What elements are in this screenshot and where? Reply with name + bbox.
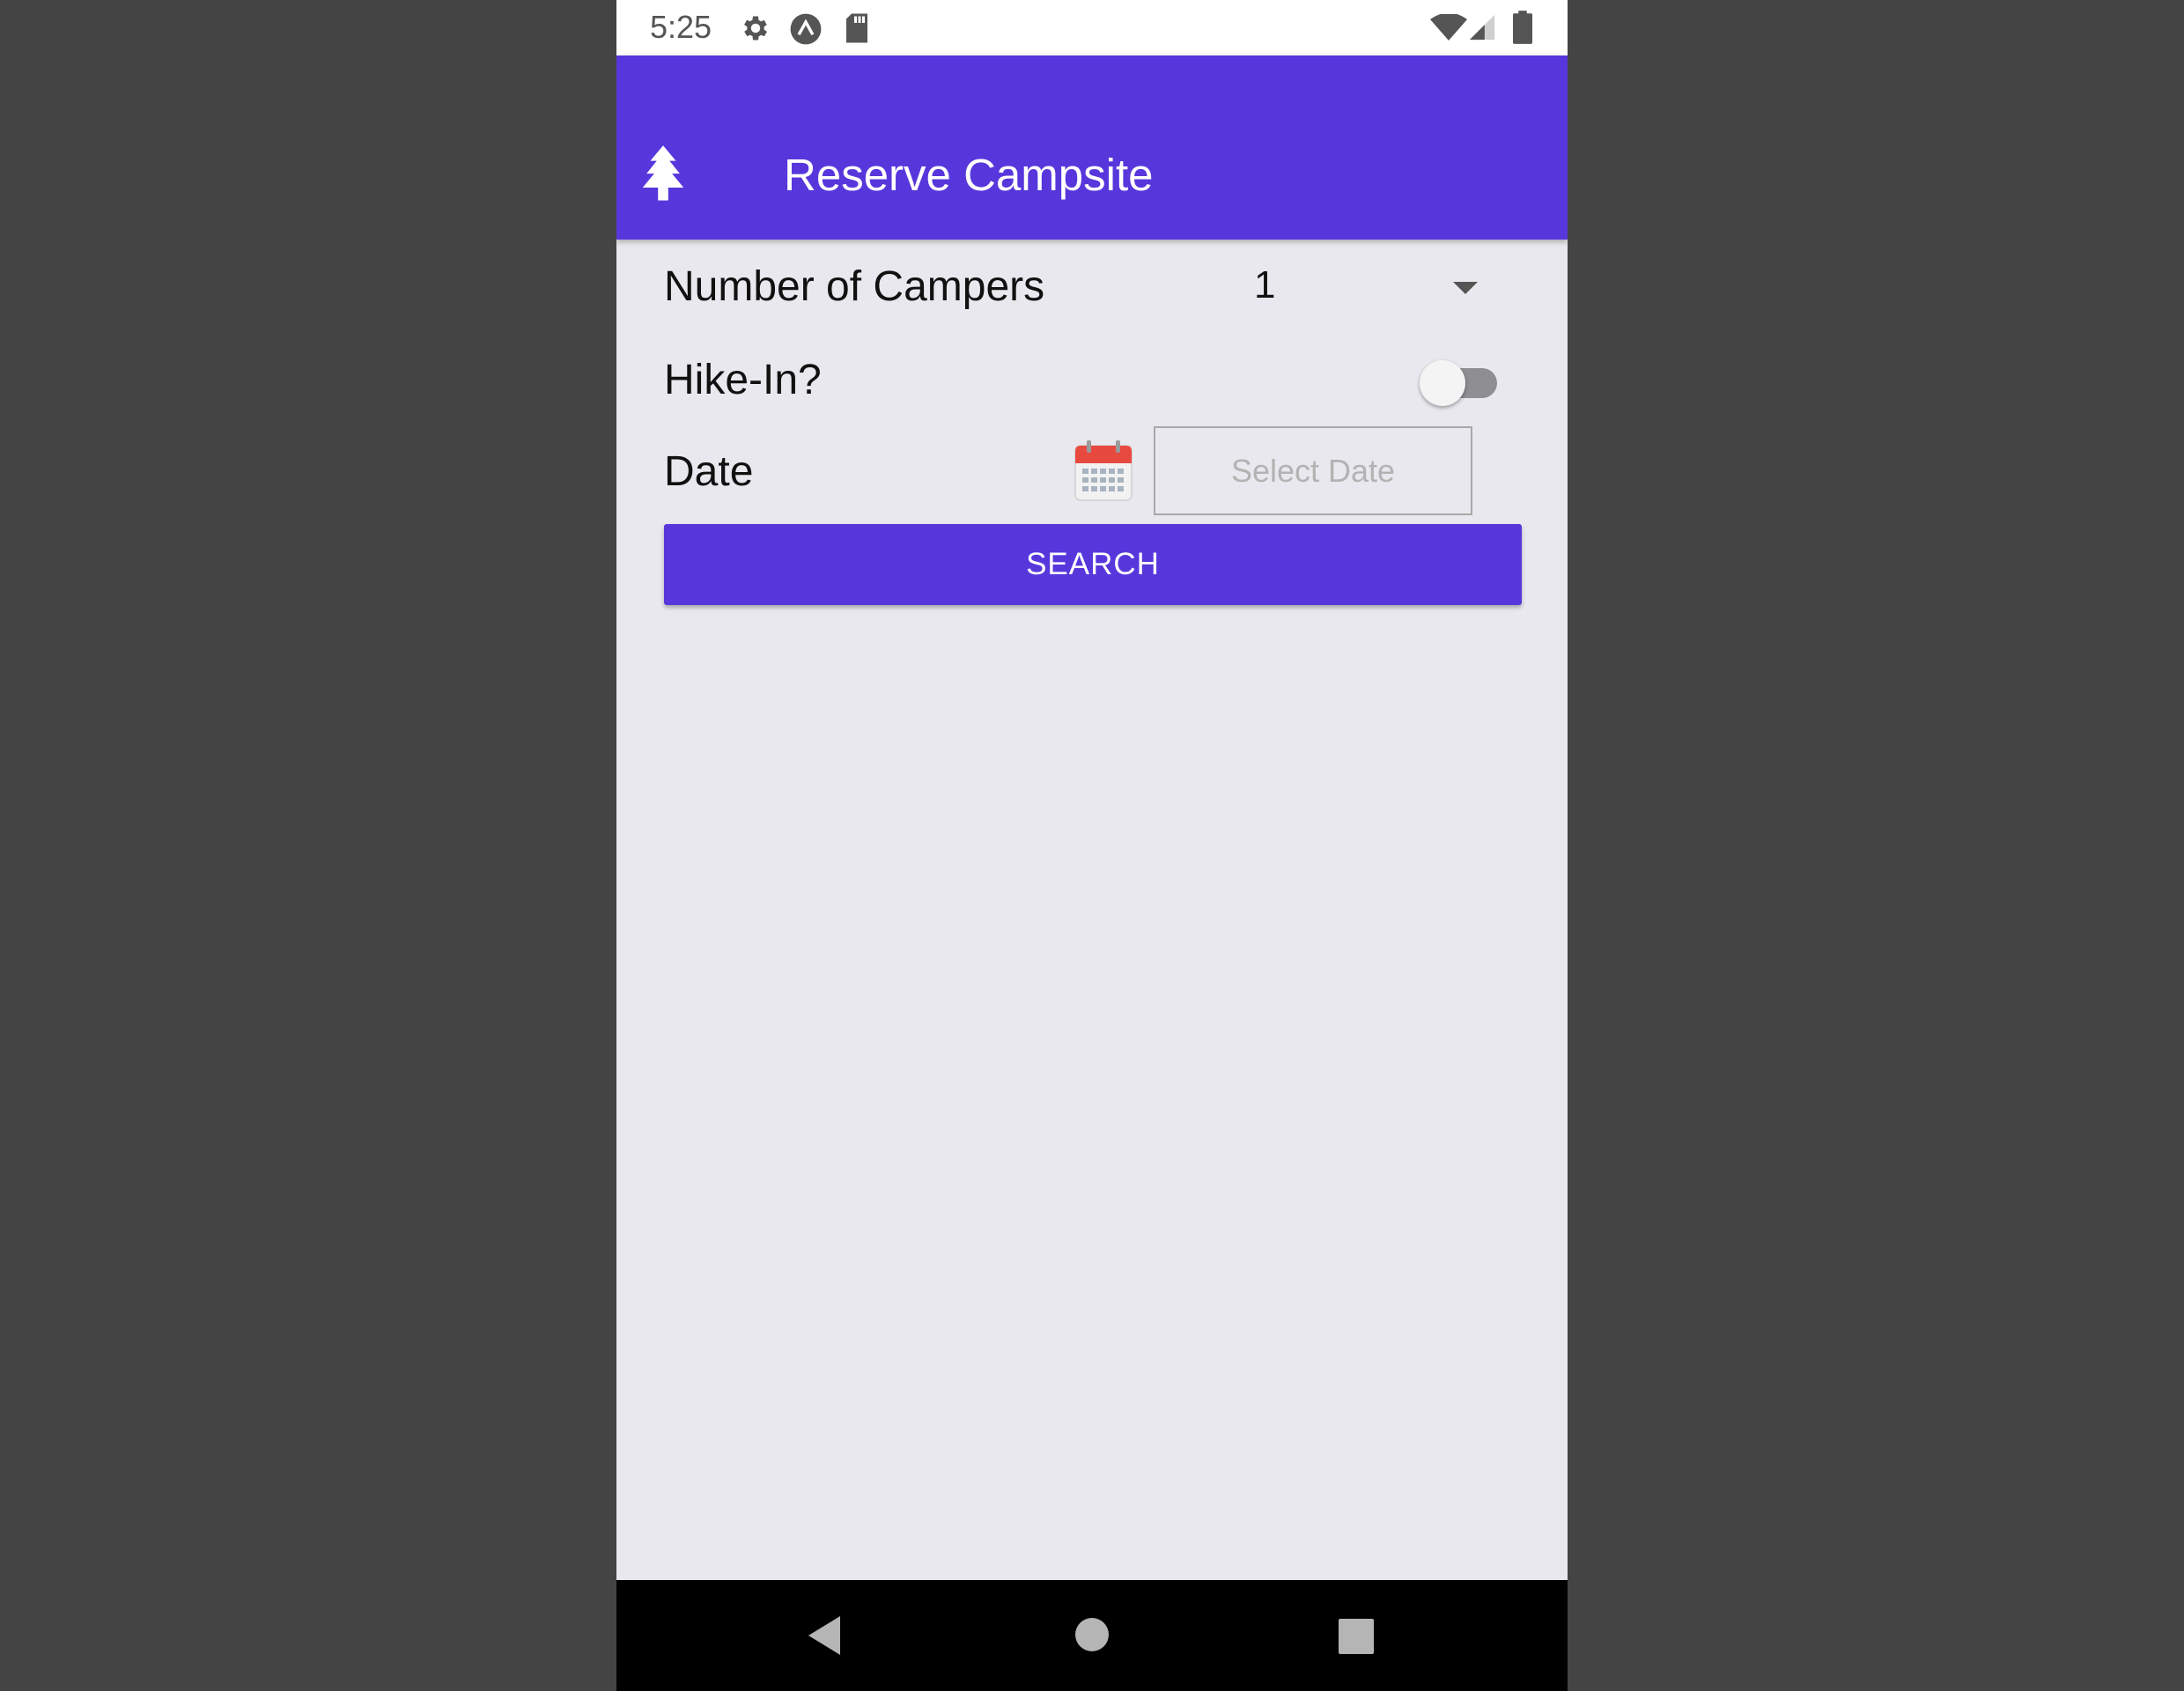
campers-label: Number of Campers bbox=[664, 263, 1045, 310]
search-button[interactable]: SEARCH bbox=[664, 524, 1522, 605]
calendar-icon[interactable] bbox=[1074, 440, 1133, 506]
app-bar: Reserve Campsite bbox=[616, 55, 1568, 240]
chevron-down-icon[interactable] bbox=[1453, 282, 1478, 299]
back-icon[interactable] bbox=[807, 1615, 842, 1660]
wifi-icon bbox=[1430, 12, 1467, 45]
date-label: Date bbox=[664, 448, 754, 495]
expo-icon bbox=[789, 12, 823, 50]
status-bar: 5:25 bbox=[616, 0, 1568, 55]
battery-icon bbox=[1513, 11, 1532, 48]
phone-screen: 5:25 Reserve Campsite Number of Campers … bbox=[616, 0, 1568, 1691]
system-nav-bar bbox=[616, 1580, 1568, 1691]
status-time: 5:25 bbox=[650, 9, 712, 45]
cell-signal-icon bbox=[1467, 12, 1497, 47]
hike-in-toggle[interactable] bbox=[1420, 356, 1501, 409]
campers-value: 1 bbox=[1254, 263, 1276, 306]
home-icon[interactable] bbox=[1074, 1617, 1110, 1657]
date-input[interactable]: Select Date bbox=[1154, 426, 1472, 515]
toggle-thumb bbox=[1420, 360, 1465, 406]
tree-icon bbox=[638, 145, 689, 211]
hike-in-label: Hike-In? bbox=[664, 357, 822, 403]
recents-icon[interactable] bbox=[1339, 1619, 1374, 1658]
gear-icon bbox=[740, 12, 771, 48]
campers-dropdown[interactable] bbox=[1180, 255, 1532, 319]
sd-card-icon bbox=[844, 12, 870, 48]
page-title: Reserve Campsite bbox=[784, 150, 1154, 200]
